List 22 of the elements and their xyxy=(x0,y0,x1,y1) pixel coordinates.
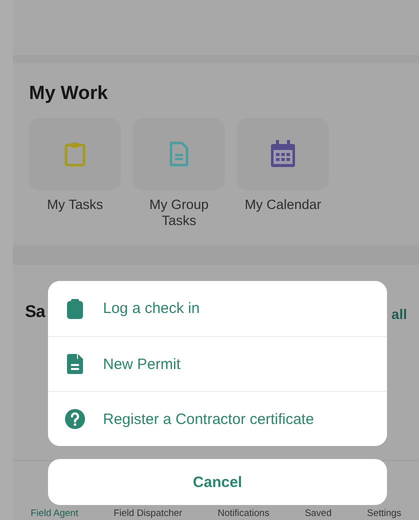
my-work-tile[interactable] xyxy=(29,118,121,190)
action-item[interactable]: Register a Contractor certificate xyxy=(48,391,387,446)
clipboard-icon xyxy=(64,141,86,167)
my-work-tile[interactable] xyxy=(237,118,329,190)
tab-item[interactable]: Field Agent xyxy=(30,508,78,519)
tile-label: My Tasks xyxy=(46,197,104,213)
tile-label: My Group Tasks xyxy=(148,197,210,229)
section-title: My Work xyxy=(29,83,109,105)
tab-item[interactable]: Settings xyxy=(366,508,402,519)
cancel-button[interactable]: Cancel xyxy=(48,459,387,505)
tab-item[interactable]: Notifications xyxy=(218,508,270,519)
my-work-tile[interactable] xyxy=(133,118,225,190)
section-title: Sa xyxy=(25,302,45,322)
help-icon xyxy=(65,409,85,429)
tab-item[interactable]: Saved xyxy=(304,508,332,519)
calendar-icon xyxy=(270,140,296,168)
tab-item[interactable]: Field Dispatcher xyxy=(114,508,182,519)
tile-label: My Calendar xyxy=(244,197,322,213)
document-icon xyxy=(169,141,189,167)
document-icon xyxy=(67,354,83,374)
see-all-link[interactable]: all xyxy=(391,306,407,322)
clipboard-icon xyxy=(67,298,83,318)
